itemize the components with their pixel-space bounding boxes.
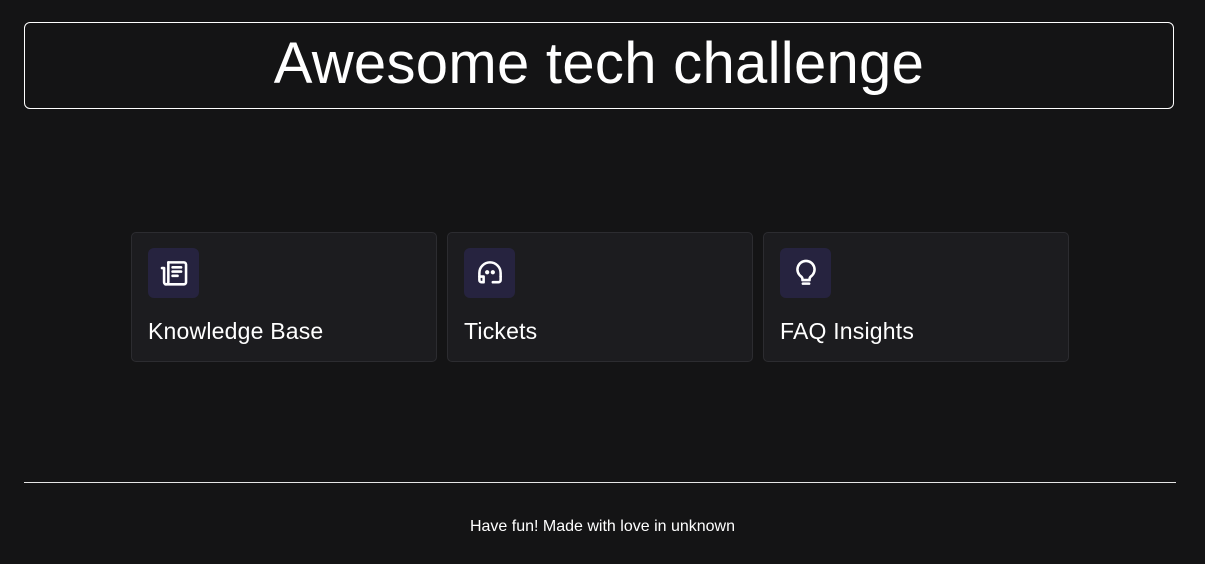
page: Awesome tech challenge Knowledge Base Ti… bbox=[0, 0, 1205, 564]
card-label: FAQ Insights bbox=[780, 318, 915, 344]
lightbulb-icon bbox=[780, 248, 831, 298]
card-knowledge-base[interactable]: Knowledge Base bbox=[131, 232, 437, 362]
card-label: Tickets bbox=[464, 318, 538, 344]
card-faq-insights[interactable]: FAQ Insights bbox=[763, 232, 1069, 362]
card-grid: Knowledge Base Tickets FAQ Insights bbox=[131, 232, 1069, 362]
card-label: Knowledge Base bbox=[148, 318, 324, 344]
header-banner: Awesome tech challenge bbox=[24, 22, 1174, 109]
footer-divider bbox=[24, 482, 1176, 483]
newspaper-icon bbox=[148, 248, 199, 298]
footer-text: Have fun! Made with love in unknown bbox=[469, 518, 736, 535]
headset-icon bbox=[464, 248, 515, 298]
page-title: Awesome tech challenge bbox=[273, 30, 925, 96]
card-tickets[interactable]: Tickets bbox=[447, 232, 753, 362]
